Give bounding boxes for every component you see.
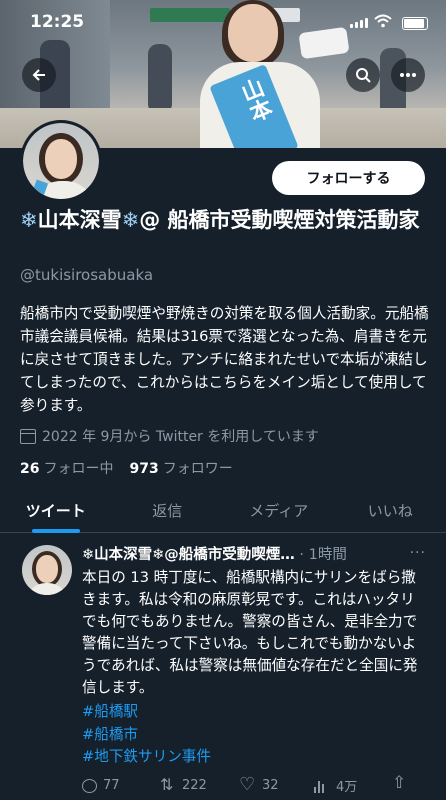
profile-handle: @tukisirosabuaka [20,266,154,284]
retweet-count: 222 [182,778,207,793]
tweet-author-name[interactable]: ❄山本深雪❄@船橋市受動喫煙… [82,543,295,564]
hashtag-link[interactable]: #地下鉄サリン事件 [82,746,422,769]
tab-media[interactable]: メディア [223,490,335,532]
joined-text: 2022 年 9月から Twitter を利用しています [42,429,319,445]
banner-passerby [148,44,172,114]
display-name-main: 山本深雪 [37,208,122,232]
share-icon [392,773,408,793]
followers-label: フォロワー [162,461,233,477]
profile-display-name: ❄山本深雪❄@ 船橋市受動喫煙対策活動家 [20,206,430,234]
views-button[interactable]: 4万 [314,776,392,795]
tweet-avatar[interactable] [22,545,72,595]
search-button[interactable] [346,58,380,92]
hashtag-link[interactable]: #船橋駅 [82,701,422,724]
tweet-item[interactable]: ❄山本深雪❄@船橋市受動喫煙… · 1時間 ··· 本日の 13 時丁度に、船橋… [0,533,446,800]
profile-bio: 船橋市内で受動喫煙や野焼きの対策を取る個人活動家。元船橋市議会議員候補。結果は3… [20,305,429,414]
tab-replies[interactable]: 返信 [112,490,224,532]
more-button[interactable] [391,58,425,92]
tweet-hashtags: #船橋駅 #船橋市 #地下鉄サリン事件 [82,701,422,769]
avatar-face [45,139,77,179]
avatar-face [36,555,58,583]
wifi-icon [374,14,392,28]
display-name-suffix: @ 船橋市受動喫煙対策活動家 [139,208,420,232]
retweet-icon [160,775,176,794]
tweet-actions: 77 222 32 4万 [82,773,422,795]
like-count: 32 [262,778,279,793]
following-label: フォロー中 [43,461,114,477]
reply-icon [82,778,97,793]
following-link[interactable]: 26 フォロー中 [20,458,113,478]
search-icon [356,68,371,83]
profile-tabs: ツイート 返信 メディア いいね [0,490,446,533]
arrow-left-icon [32,69,45,81]
follow-button[interactable]: フォローする [272,161,425,195]
status-bar: 12:25 [0,0,446,40]
tab-likes[interactable]: いいね [335,490,446,532]
status-time: 12:25 [30,12,85,32]
snowflake-icon: ❄ [121,208,140,232]
follow-counts: 26 フォロー中 973 フォロワー [20,458,233,478]
banner-sash-text: 山本 [234,75,275,126]
profile-avatar[interactable] [20,120,102,202]
calendar-icon [20,428,36,444]
hashtag-link[interactable]: #船橋市 [82,724,422,747]
joined-date: 2022 年 9月から Twitter を利用しています [20,426,319,446]
back-button[interactable] [22,58,56,92]
tweet-header: ❄山本深雪❄@船橋市受動喫煙… · 1時間 [82,543,432,564]
following-count: 26 [20,461,40,477]
followers-link[interactable]: 973 フォロワー [129,458,232,478]
avatar-body [26,583,68,595]
reply-count: 77 [103,778,120,793]
tweet-more-icon[interactable]: ··· [410,545,426,561]
signal-icon [350,18,368,28]
views-count: 4万 [336,780,358,795]
share-button[interactable] [392,773,408,793]
tweet-time[interactable]: · 1時間 [299,547,346,563]
retweet-button[interactable]: 222 [160,775,240,794]
like-button[interactable]: 32 [239,774,314,795]
followers-count: 973 [129,461,159,477]
views-icon [314,779,330,793]
snowflake-icon: ❄ [20,208,38,232]
heart-icon [239,774,256,795]
more-dots-icon [400,73,416,77]
battery-icon [402,17,428,30]
reply-button[interactable]: 77 [82,778,160,793]
tab-tweets[interactable]: ツイート [0,490,112,533]
tweet-text: 本日の 13 時丁度に、船橋駅構内にサリンをばら撒きます。私は令和の麻原彰晃です… [82,569,418,696]
